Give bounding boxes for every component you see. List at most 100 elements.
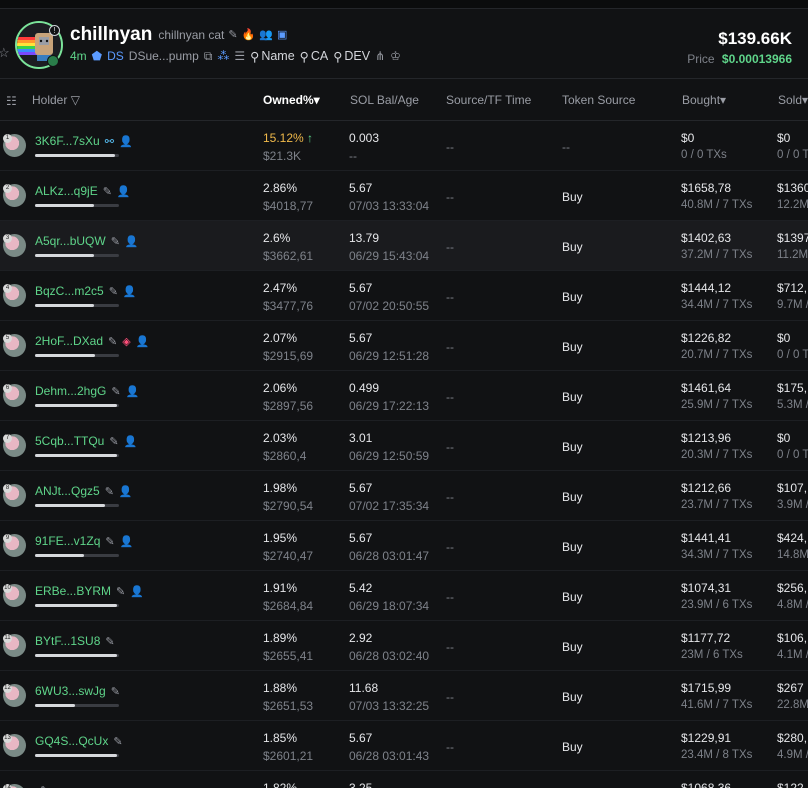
holder-cell[interactable]: ALKz...q9jE ✎ 👤 (35, 184, 131, 198)
rank-badge: 3 (3, 234, 12, 243)
owned-percent: 2.07% (263, 331, 297, 345)
sold-usd: $1397 (777, 231, 808, 245)
table-row[interactable]: 8 ANJt...Qgz5 ✎ 👤 1.98% $2790,54 5.67 07/02 17:… (0, 471, 808, 521)
holder-address[interactable]: BYtF...1SU8 (35, 634, 100, 648)
search-ca-link[interactable]: ⚲ CA (300, 49, 329, 64)
table-row[interactable]: 12 6WU3...swJg ✎ 1.88% $2651,53 11.68 07/03 13… (0, 671, 808, 721)
edit-icon[interactable]: ✎ (105, 635, 114, 648)
table-row[interactable]: 5 2HoF...DXad ✎ ◈ 👤 2.07% $2915,69 5.67 06/29 12… (0, 321, 808, 371)
holder-address[interactable]: A5qr...bUQW (35, 234, 106, 248)
edit-icon[interactable]: ✎ (103, 185, 112, 198)
table-row[interactable]: 4 BqzC...m2c5 ✎ 👤 2.47% $3477,76 5.67 07/02 20:… (0, 271, 808, 321)
holder-cell[interactable]: 3K6F...7sXu ⚯ 👤 (35, 134, 133, 148)
col-sold[interactable]: Sold▾ (778, 93, 808, 107)
crown-icon[interactable]: ♔ (390, 49, 401, 63)
source-time: -- (446, 640, 454, 654)
filter-icon[interactable]: ▽ (71, 93, 80, 107)
owned-usd: $2915,69 (263, 349, 314, 363)
holder-cell[interactable]: A5qr...bUQW ✎ 👤 (35, 234, 139, 248)
edit-icon[interactable]: ✎ (111, 235, 120, 248)
owned-percent: 2.03% (263, 431, 297, 445)
edit-icon[interactable]: ✎ (113, 735, 122, 748)
holder-address[interactable]: 6WU3...swJg (35, 684, 106, 698)
settings-sliders-icon[interactable]: ☷ (6, 94, 17, 108)
holder-cell[interactable]: 2HoF...DXad ✎ ◈ 👤 (35, 334, 149, 348)
col-token-source[interactable]: Token Source (562, 93, 635, 107)
bubblemap-icon[interactable]: ⁂ (217, 49, 229, 63)
source-time: -- (446, 690, 454, 704)
info-icon[interactable]: ! (49, 25, 60, 36)
holder-cell[interactable]: 91FE...v1Zq ✎ 👤 (35, 534, 133, 548)
holder-address[interactable]: 5Cqb...TTQu (35, 434, 104, 448)
holder-address[interactable]: ANJt...Qgz5 (35, 484, 100, 498)
edit-icon[interactable]: ✎ (116, 585, 125, 598)
table-row[interactable]: 14 ✎ 1.82% 3.25 $1068,36 $122 (0, 771, 808, 788)
edit-icon[interactable]: ✎ (111, 685, 120, 698)
owned-percent: 1.89% (263, 631, 297, 645)
col-sol-bal[interactable]: SOL Bal/Age (350, 93, 419, 107)
holder-cell[interactable]: BYtF...1SU8 ✎ (35, 634, 115, 648)
sort-icon: ▾ (802, 93, 808, 107)
table-row[interactable]: 9 91FE...v1Zq ✎ 👤 1.95% $2740,47 5.67 06/28 03:… (0, 521, 808, 571)
holder-cell[interactable]: Dehm...2hgG ✎ 👤 (35, 384, 139, 398)
contract-address[interactable]: DSue...pump (129, 49, 199, 63)
user-icon: 👤 (122, 285, 137, 298)
share-icon[interactable]: ⋔ (375, 49, 385, 63)
table-row[interactable]: 11 BYtF...1SU8 ✎ 1.89% $2655,41 2.92 06/28 03:… (0, 621, 808, 671)
holder-address[interactable]: ERBe...BYRM (35, 584, 111, 598)
holder-address[interactable]: Dehm...2hgG (35, 384, 106, 398)
token-source: -- (562, 140, 570, 154)
edit-icon[interactable]: ✎ (108, 335, 117, 348)
search-name-link[interactable]: ⚲ Name (250, 49, 295, 64)
list-icon[interactable]: ☰ (234, 49, 245, 63)
star-icon[interactable]: ☆ (0, 45, 10, 61)
edit-icon[interactable]: ✎ (109, 435, 118, 448)
holder-address[interactable]: GQ4S...QcUx (35, 734, 108, 748)
table-row[interactable]: 10 ERBe...BYRM ✎ 👤 1.91% $2684,84 5.42 06/29 18… (0, 571, 808, 621)
holder-cell[interactable]: 5Cqb...TTQu ✎ 👤 (35, 434, 137, 448)
table-row[interactable]: 1 3K6F...7sXu ⚯ 👤 15.12% ↑ $21.3K 0.003 -- -- -- $… (0, 121, 808, 171)
col-source[interactable]: Source/TF Time (446, 93, 531, 107)
verified-icon (47, 55, 59, 67)
rank-badge: 13 (3, 734, 12, 743)
owned-usd: $2601,21 (263, 749, 314, 763)
search-dev-link[interactable]: ⚲ DEV (333, 49, 370, 64)
edit-icon[interactable]: ✎ (111, 385, 120, 398)
holder-address[interactable]: BqzC...m2c5 (35, 284, 104, 298)
holder-address[interactable]: 2HoF...DXad (35, 334, 103, 348)
holding-bar (35, 454, 119, 457)
sol-balance: 3.25 (349, 781, 373, 788)
holder-address[interactable]: 3K6F...7sXu (35, 134, 100, 148)
table-row[interactable]: 7 5Cqb...TTQu ✎ 👤 2.03% $2860,4 3.01 06/29 12:5… (0, 421, 808, 471)
col-bought[interactable]: Bought▾ (682, 93, 726, 107)
holding-bar (35, 204, 119, 207)
source-time: -- (446, 390, 454, 404)
holder-address[interactable]: 91FE...v1Zq (35, 534, 100, 548)
holder-address[interactable]: ALKz...q9jE (35, 184, 98, 198)
holder-cell[interactable]: 6WU3...swJg ✎ (35, 684, 120, 698)
twitter-icon[interactable]: ▣ (277, 29, 287, 41)
sold-txs: 0 / 0 T (777, 449, 808, 461)
col-owned[interactable]: Owned%▾ (263, 93, 320, 107)
copy-icon[interactable]: ⧉ (204, 49, 213, 64)
table-row[interactable]: 13 GQ4S...QcUx ✎ 1.85% $2601,21 5.67 06/28 03:… (0, 721, 808, 771)
holder-cell[interactable]: BqzC...m2c5 ✎ 👤 (35, 284, 137, 298)
table-row[interactable]: 2 ALKz...q9jE ✎ 👤 2.86% $4018,77 5.67 07/03 13:… (0, 171, 808, 221)
holder-cell[interactable]: ERBe...BYRM ✎ 👤 (35, 584, 144, 598)
holder-cell[interactable]: ANJt...Qgz5 ✎ 👤 (35, 484, 133, 498)
col-holder[interactable]: Holder ▽ (32, 93, 80, 107)
sold-usd: $0 (777, 331, 791, 345)
table-row[interactable]: 6 Dehm...2hgG ✎ 👤 2.06% $2897,56 0.499 06/29 17… (0, 371, 808, 421)
holding-bar-fill (35, 504, 105, 507)
edit-icon[interactable]: ✎ (105, 485, 114, 498)
first-buy-time: 07/03 13:33:04 (349, 199, 430, 213)
edit-icon[interactable]: ✎ (105, 535, 114, 548)
table-row[interactable]: 3 A5qr...bUQW ✎ 👤 2.6% $3662,61 13.79 06/29 15:… (0, 221, 808, 271)
edit-icon[interactable]: ✎ (40, 784, 49, 788)
owned-percent: 1.91% (263, 581, 297, 595)
edit-icon[interactable]: ✎ (228, 29, 237, 41)
edit-icon[interactable]: ✎ (109, 285, 118, 298)
holder-cell[interactable]: ✎ (35, 784, 49, 788)
sold-usd: $107, (777, 481, 808, 495)
holder-cell[interactable]: GQ4S...QcUx ✎ (35, 734, 123, 748)
